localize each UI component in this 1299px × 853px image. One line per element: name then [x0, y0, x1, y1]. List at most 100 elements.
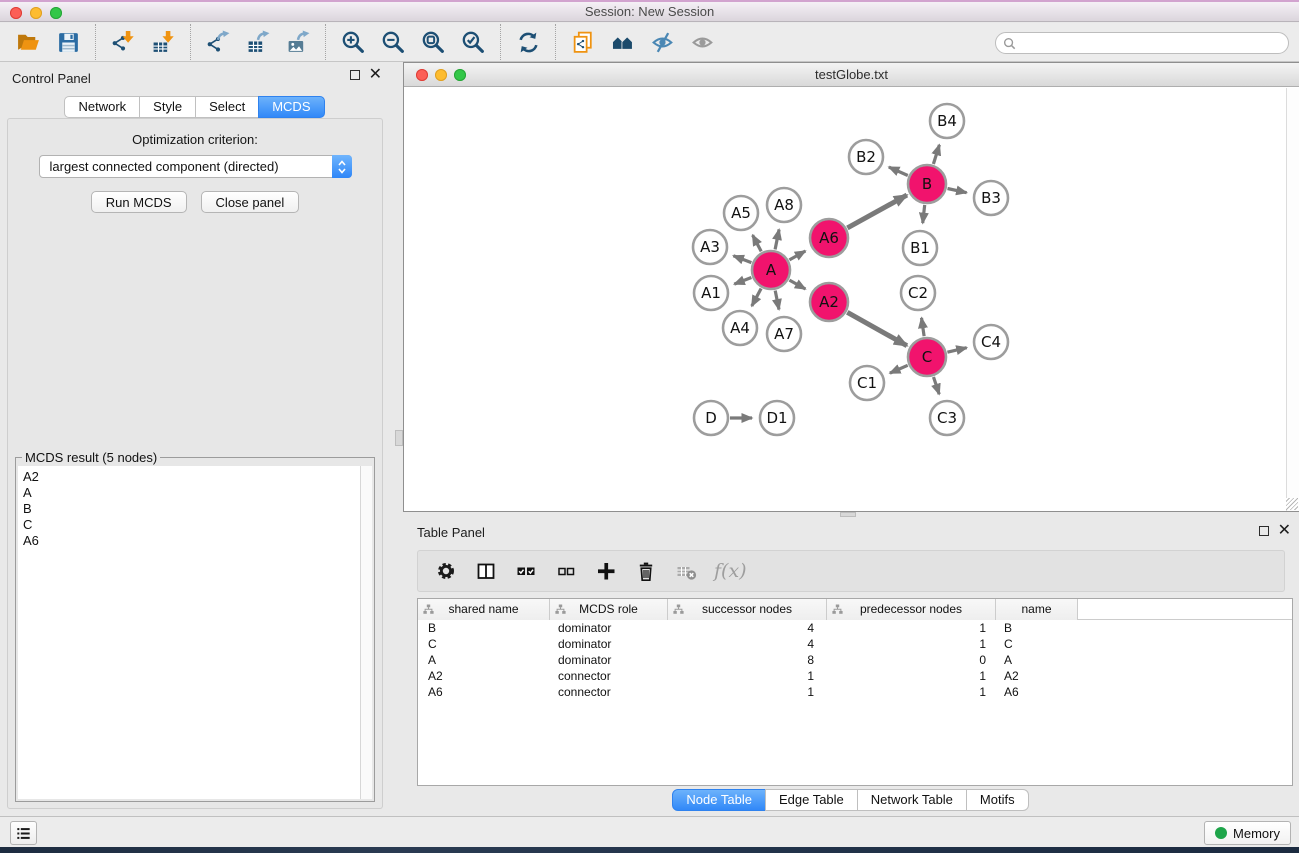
show-all-button[interactable] — [683, 25, 723, 59]
column-header-predecessor-nodes[interactable]: predecessor nodes — [827, 599, 996, 620]
cell[interactable]: A — [418, 652, 550, 668]
import-table-button[interactable] — [143, 25, 183, 59]
node-D[interactable]: D — [694, 401, 728, 435]
node-C1[interactable]: C1 — [850, 366, 884, 400]
close-panel-icon[interactable]: ✕ — [369, 70, 382, 80]
node-A7[interactable]: A7 — [767, 317, 801, 351]
edge-A-A5[interactable] — [753, 235, 762, 251]
edge-A-A8[interactable] — [775, 230, 779, 250]
export-network-button[interactable] — [198, 25, 238, 59]
tab-motifs[interactable]: Motifs — [966, 789, 1029, 811]
node-B3[interactable]: B3 — [974, 181, 1008, 215]
cell[interactable]: A2 — [996, 668, 1078, 684]
cell[interactable]: A6 — [996, 684, 1078, 700]
result-item[interactable]: B — [23, 501, 360, 517]
criterion-dropdown[interactable]: largest connected component (directed) — [39, 155, 352, 178]
node-A[interactable]: A — [752, 251, 790, 289]
first-neighbors-button[interactable] — [603, 25, 643, 59]
import-network-button[interactable] — [103, 25, 143, 59]
network-canvas[interactable]: AA1A2A3A4A5A6A7A8BB1B2B3B4CC1C2C3C4DD1 — [404, 88, 1286, 511]
node-C[interactable]: C — [908, 338, 946, 376]
vertical-splitter-handle[interactable] — [395, 430, 403, 446]
tab-network[interactable]: Network — [64, 96, 140, 118]
table-row[interactable]: Bdominator41B — [418, 620, 1292, 636]
cell[interactable]: A6 — [418, 684, 550, 700]
result-item[interactable]: A6 — [23, 533, 360, 549]
cell[interactable]: connector — [550, 668, 668, 684]
save-session-button[interactable] — [48, 25, 88, 59]
task-list-button[interactable] — [10, 821, 37, 845]
select-all-button[interactable] — [514, 559, 538, 583]
mcds-result-list[interactable]: A2ABCA6 — [18, 466, 360, 799]
column-visibility-button[interactable] — [474, 559, 498, 583]
tab-style[interactable]: Style — [139, 96, 196, 118]
tab-select[interactable]: Select — [195, 96, 259, 118]
node-A3[interactable]: A3 — [693, 230, 727, 264]
cell[interactable]: B — [418, 620, 550, 636]
cell[interactable]: A — [996, 652, 1078, 668]
table-row[interactable]: A6connector11A6 — [418, 684, 1292, 700]
close-panel-button[interactable]: Close panel — [201, 191, 300, 213]
cell[interactable]: 1 — [827, 668, 996, 684]
node-B2[interactable]: B2 — [849, 140, 883, 174]
table-row[interactable]: Adominator80A — [418, 652, 1292, 668]
edge-C-C4[interactable] — [947, 348, 966, 353]
open-file-button[interactable] — [8, 25, 48, 59]
column-header-successor-nodes[interactable]: successor nodes — [668, 599, 827, 620]
node-D1[interactable]: D1 — [760, 401, 794, 435]
tab-node-table[interactable]: Node Table — [672, 789, 766, 811]
cell[interactable]: 1 — [668, 668, 827, 684]
zoom-fit-button[interactable] — [413, 25, 453, 59]
node-A5[interactable]: A5 — [724, 196, 758, 230]
network-window-titlebar[interactable]: testGlobe.txt — [404, 63, 1299, 87]
settings-gear-button[interactable] — [434, 559, 458, 583]
edge-A2-C[interactable] — [847, 312, 907, 345]
node-table[interactable]: shared name MCDS role successor nodes pr… — [417, 598, 1293, 786]
node-A2[interactable]: A2 — [810, 283, 848, 321]
horizontal-splitter-handle[interactable] — [840, 512, 856, 517]
refresh-button[interactable] — [508, 25, 548, 59]
table-row[interactable]: A2connector11A2 — [418, 668, 1292, 684]
hide-selected-button[interactable] — [643, 25, 683, 59]
tab-edge-table[interactable]: Edge Table — [765, 789, 858, 811]
node-A4[interactable]: A4 — [723, 311, 757, 345]
edge-C-C1[interactable] — [890, 365, 908, 373]
cell[interactable]: 4 — [668, 636, 827, 652]
column-header-MCDS-role[interactable]: MCDS role — [550, 599, 668, 620]
export-table-button[interactable] — [238, 25, 278, 59]
edge-A6-B[interactable] — [847, 195, 907, 228]
node-C3[interactable]: C3 — [930, 401, 964, 435]
run-mcds-button[interactable]: Run MCDS — [91, 191, 187, 213]
edge-C-C2[interactable] — [922, 318, 925, 336]
node-A1[interactable]: A1 — [694, 276, 728, 310]
result-item[interactable]: A2 — [23, 469, 360, 485]
cell[interactable]: C — [996, 636, 1078, 652]
edge-A-A3[interactable] — [733, 256, 751, 263]
float-panel-icon[interactable] — [350, 70, 360, 80]
deselect-all-button[interactable] — [554, 559, 578, 583]
column-header-name[interactable]: name — [996, 599, 1078, 620]
delete-table-button[interactable] — [674, 559, 698, 583]
result-item[interactable]: C — [23, 517, 360, 533]
search-input[interactable] — [1020, 34, 1288, 52]
node-A8[interactable]: A8 — [767, 188, 801, 222]
cell[interactable]: dominator — [550, 636, 668, 652]
edge-B-B4[interactable] — [933, 145, 939, 164]
cell[interactable]: 4 — [668, 620, 827, 636]
cell[interactable]: 0 — [827, 652, 996, 668]
close-table-panel-icon[interactable]: ✕ — [1278, 526, 1291, 536]
edge-A-A6[interactable] — [789, 251, 805, 260]
table-row[interactable]: Cdominator41C — [418, 636, 1292, 652]
node-B[interactable]: B — [908, 165, 946, 203]
zoom-in-button[interactable] — [333, 25, 373, 59]
edge-A-A2[interactable] — [789, 280, 805, 289]
tab-mcds[interactable]: MCDS — [258, 96, 324, 118]
cell[interactable]: 8 — [668, 652, 827, 668]
cell[interactable]: B — [996, 620, 1078, 636]
edge-B-B1[interactable] — [923, 205, 925, 223]
function-builder-button[interactable]: f(x) — [714, 560, 747, 582]
memory-button[interactable]: Memory — [1204, 821, 1291, 845]
edge-A-A7[interactable] — [775, 291, 779, 310]
cell[interactable]: C — [418, 636, 550, 652]
edge-B-B3[interactable] — [948, 189, 967, 193]
